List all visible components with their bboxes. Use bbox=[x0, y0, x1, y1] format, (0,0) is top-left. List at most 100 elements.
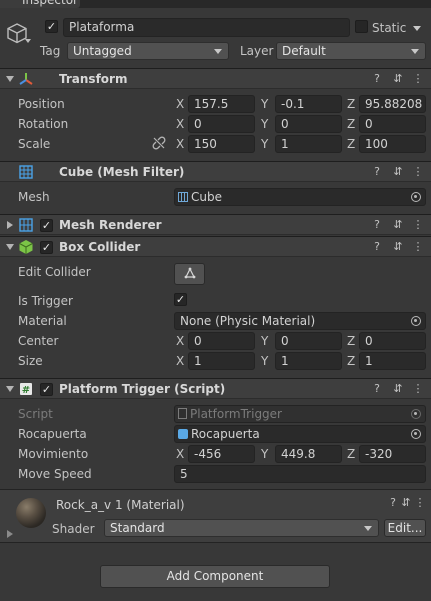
platform-trigger-enabled-checkbox[interactable]: ✓ bbox=[40, 383, 53, 396]
more-options-icon[interactable]: ⋮ bbox=[411, 237, 425, 257]
box-collider-header[interactable]: ✓ Box Collider ? ⇵ ⋮ bbox=[0, 236, 431, 257]
axis-y-label[interactable]: Y bbox=[261, 352, 268, 370]
axis-x-label[interactable]: X bbox=[176, 352, 184, 370]
help-icon[interactable]: ? bbox=[370, 379, 384, 399]
movimiento-z-field[interactable]: -320 bbox=[359, 445, 426, 463]
mesh-label: Mesh bbox=[18, 190, 50, 204]
rocapuerta-object-field[interactable]: Rocapuerta bbox=[174, 425, 426, 443]
axis-y-label[interactable]: Y bbox=[261, 332, 268, 350]
preset-settings-icon[interactable]: ⇵ bbox=[391, 69, 405, 89]
help-icon[interactable]: ? bbox=[370, 237, 384, 257]
axis-x-label[interactable]: X bbox=[176, 332, 184, 350]
axis-x-label[interactable]: X bbox=[176, 95, 184, 113]
object-picker-icon[interactable] bbox=[411, 429, 421, 439]
foldout-arrow[interactable] bbox=[6, 386, 14, 392]
tag-dropdown[interactable]: Untagged bbox=[67, 42, 229, 60]
foldout-arrow[interactable] bbox=[6, 76, 14, 82]
mesh-renderer-enabled-checkbox[interactable]: ✓ bbox=[40, 219, 53, 232]
size-z-field[interactable]: 1 bbox=[359, 352, 426, 370]
center-x-field[interactable]: 0 bbox=[188, 332, 255, 350]
more-options-icon[interactable]: ⋮ bbox=[411, 162, 425, 182]
script-value: PlatformTrigger bbox=[190, 407, 282, 421]
axis-y-label[interactable]: Y bbox=[261, 115, 268, 133]
more-options-icon[interactable]: ⋮ bbox=[411, 69, 425, 89]
position-x-field[interactable]: 157.5 bbox=[188, 95, 255, 113]
active-checkbox[interactable]: ✓ bbox=[45, 20, 58, 33]
axis-z-label[interactable]: Z bbox=[347, 115, 355, 133]
preset-settings-icon[interactable]: ⇵ bbox=[391, 215, 405, 235]
axis-x-label[interactable]: X bbox=[176, 445, 184, 463]
platform-trigger-header[interactable]: # ✓ Platform Trigger (Script) ? ⇵ ⋮ bbox=[0, 378, 431, 399]
help-icon[interactable]: ? bbox=[370, 162, 384, 182]
axis-y-label[interactable]: Y bbox=[261, 95, 268, 113]
tab-inspector[interactable]: Inspector bbox=[0, 0, 80, 8]
axis-x-label[interactable]: X bbox=[176, 115, 184, 133]
box-collider-enabled-checkbox[interactable]: ✓ bbox=[40, 241, 53, 254]
axis-z-label[interactable]: Z bbox=[347, 95, 355, 113]
constrain-proportions-icon[interactable] bbox=[152, 136, 166, 150]
more-options-icon[interactable]: ⋮ bbox=[411, 215, 425, 235]
more-options-icon[interactable]: ⋮ bbox=[413, 493, 427, 513]
preset-settings-icon[interactable]: ⇵ bbox=[391, 162, 405, 182]
mesh-filter-header[interactable]: Cube (Mesh Filter) ? ⇵ ⋮ bbox=[0, 161, 431, 182]
rotation-z-field[interactable]: 0 bbox=[359, 115, 426, 133]
axis-y-label[interactable]: Y bbox=[261, 445, 268, 463]
physic-material-field[interactable]: None (Physic Material) bbox=[174, 312, 426, 330]
preset-settings-icon[interactable]: ⇵ bbox=[391, 379, 405, 399]
rotation-x-field[interactable]: 0 bbox=[188, 115, 255, 133]
scale-z-field[interactable]: 100 bbox=[359, 135, 426, 153]
static-checkbox[interactable] bbox=[355, 20, 368, 33]
preset-settings-icon[interactable]: ⇵ bbox=[399, 493, 413, 513]
tag-value: Untagged bbox=[73, 44, 132, 58]
center-y-field[interactable]: 0 bbox=[275, 332, 342, 350]
static-dropdown-caret[interactable] bbox=[413, 26, 421, 31]
help-icon[interactable]: ? bbox=[386, 493, 400, 513]
help-icon[interactable]: ? bbox=[370, 69, 384, 89]
movimiento-x-field[interactable]: -456 bbox=[188, 445, 255, 463]
object-name-input[interactable]: Plataforma bbox=[63, 18, 350, 37]
mesh-renderer-header[interactable]: ✓ Mesh Renderer ? ⇵ ⋮ bbox=[0, 214, 431, 235]
center-z-field[interactable]: 0 bbox=[359, 332, 426, 350]
size-y-field[interactable]: 1 bbox=[275, 352, 342, 370]
object-picker-icon bbox=[411, 409, 421, 419]
foldout-arrow[interactable] bbox=[7, 221, 13, 229]
edit-shader-button[interactable]: Edit... bbox=[384, 519, 426, 537]
axis-x-label[interactable]: X bbox=[176, 135, 184, 153]
move-speed-field[interactable]: 5 bbox=[174, 465, 426, 483]
box-collider-title: Box Collider bbox=[59, 240, 141, 254]
axis-y-label[interactable]: Y bbox=[261, 135, 268, 153]
preset-settings-icon[interactable]: ⇵ bbox=[391, 237, 405, 257]
mesh-renderer-icon bbox=[18, 217, 34, 233]
size-x-field[interactable]: 1 bbox=[188, 352, 255, 370]
gameobject-icon-dropdown-caret[interactable] bbox=[25, 39, 31, 43]
script-file-icon bbox=[178, 408, 187, 419]
object-picker-icon[interactable] bbox=[411, 316, 421, 326]
shader-dropdown[interactable]: Standard bbox=[104, 519, 379, 537]
object-picker-icon[interactable] bbox=[411, 192, 421, 202]
edit-collider-button[interactable] bbox=[174, 263, 205, 285]
position-z-field[interactable]: 95.88208 bbox=[359, 95, 426, 113]
svg-text:#: # bbox=[22, 385, 30, 396]
axis-z-label[interactable]: Z bbox=[347, 352, 355, 370]
movimiento-y-field[interactable]: 449.8 bbox=[275, 445, 342, 463]
transform-header[interactable]: Transform ? ⇵ ⋮ bbox=[0, 68, 431, 89]
add-component-button[interactable]: Add Component bbox=[100, 565, 330, 588]
axis-z-label[interactable]: Z bbox=[347, 445, 355, 463]
scale-y-field[interactable]: 1 bbox=[275, 135, 342, 153]
mesh-object-field[interactable]: Cube bbox=[174, 188, 426, 206]
rotation-y-field[interactable]: 0 bbox=[275, 115, 342, 133]
more-options-icon[interactable]: ⋮ bbox=[411, 379, 425, 399]
center-label: Center bbox=[18, 334, 59, 348]
help-icon[interactable]: ? bbox=[370, 215, 384, 235]
edit-collider-icon bbox=[184, 267, 195, 279]
is-trigger-checkbox[interactable]: ✓ bbox=[174, 293, 187, 306]
axis-z-label[interactable]: Z bbox=[347, 332, 355, 350]
tag-label: Tag bbox=[40, 44, 61, 58]
material-foldout-arrow[interactable] bbox=[7, 530, 13, 538]
box-collider-icon bbox=[18, 239, 34, 255]
position-y-field[interactable]: -0.1 bbox=[275, 95, 342, 113]
scale-x-field[interactable]: 150 bbox=[188, 135, 255, 153]
foldout-arrow[interactable] bbox=[6, 244, 14, 250]
layer-dropdown[interactable]: Default bbox=[276, 42, 426, 60]
axis-z-label[interactable]: Z bbox=[347, 135, 355, 153]
